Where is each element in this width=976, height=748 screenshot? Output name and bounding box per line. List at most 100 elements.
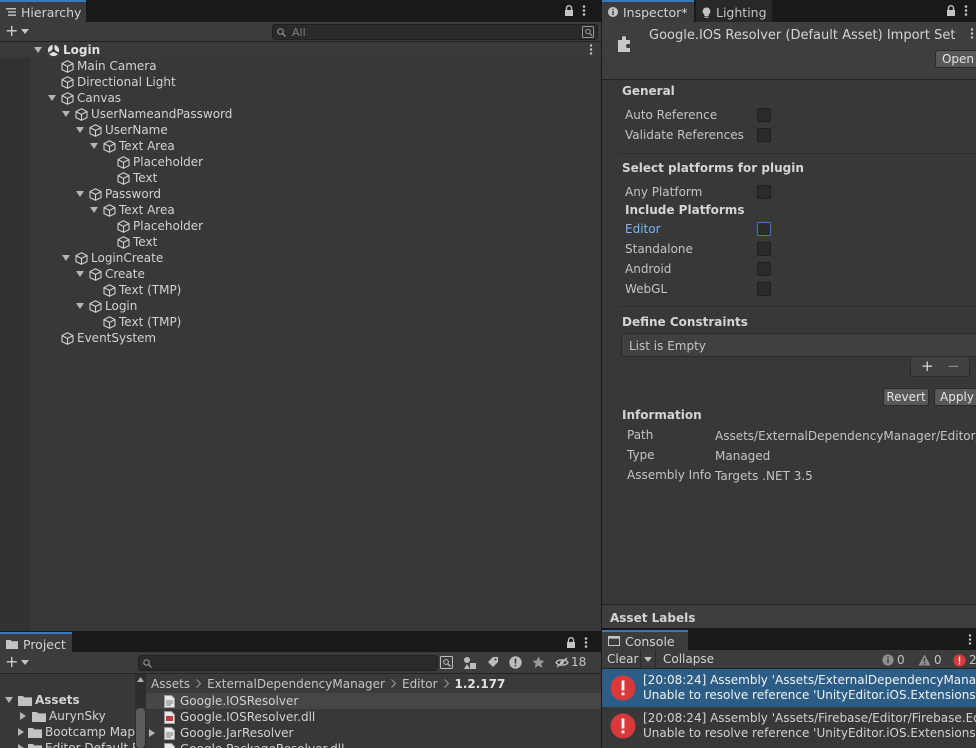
- hierarchy-item[interactable]: Main Camera: [0, 58, 601, 74]
- hierarchy-item[interactable]: Directional Light: [0, 74, 601, 90]
- hierarchy-item[interactable]: Text (TMP): [0, 282, 601, 298]
- collapse-button[interactable]: Collapse: [663, 652, 714, 666]
- type-label: Type: [627, 448, 655, 462]
- scene-search-icon[interactable]: [440, 655, 453, 669]
- breadcrumb-item[interactable]: 1.2.177: [455, 677, 506, 691]
- apply-button[interactable]: Apply: [934, 388, 976, 406]
- clear-button[interactable]: Clear: [607, 652, 638, 666]
- hidden-packages-toggle[interactable]: 18: [555, 655, 586, 669]
- validate-references-checkbox[interactable]: [757, 128, 771, 142]
- search-input[interactable]: All: [272, 24, 598, 40]
- hierarchy-item[interactable]: Text: [0, 234, 601, 250]
- fold-open-icon[interactable]: [89, 205, 99, 215]
- path-label: Path: [627, 428, 654, 442]
- breadcrumb-item[interactable]: ExternalDependencyManager: [207, 677, 385, 691]
- fold-open-icon[interactable]: [4, 695, 14, 705]
- hierarchy-item[interactable]: Text (TMP): [0, 314, 601, 330]
- asset-labels-bar[interactable]: Asset Labels: [602, 604, 976, 631]
- fold-open-icon[interactable]: [33, 45, 43, 55]
- warning-filter-icon[interactable]: [509, 655, 522, 669]
- fold-closed-icon[interactable]: [18, 743, 24, 748]
- fold-open-icon[interactable]: [75, 269, 85, 279]
- auto-reference-checkbox[interactable]: [757, 108, 771, 122]
- inspector-kebab-icon[interactable]: [964, 5, 968, 16]
- kebab-menu-icon[interactable]: [582, 5, 586, 16]
- revert-button[interactable]: Revert: [883, 388, 929, 406]
- folder-item[interactable]: AurynSky: [0, 708, 135, 724]
- any-platform-checkbox[interactable]: [757, 185, 771, 199]
- scroll-thumb[interactable]: [136, 708, 145, 748]
- warning-toggle[interactable]: 0: [918, 653, 942, 667]
- hierarchy-item[interactable]: Login: [0, 298, 601, 314]
- file-item[interactable]: Google.JarResolver: [146, 725, 601, 741]
- hierarchy-item[interactable]: UserName: [0, 122, 601, 138]
- hierarchy-item[interactable]: EventSystem: [0, 330, 601, 346]
- folder-item[interactable]: Assets: [0, 692, 135, 708]
- tab-inspector[interactable]: Inspector*: [602, 0, 694, 22]
- lock-icon[interactable]: [564, 5, 574, 16]
- console-entry[interactable]: [20:08:24] Assembly 'Assets/ExternalDepe…: [602, 669, 976, 707]
- clear-options-dropdown[interactable]: [640, 650, 656, 669]
- hierarchy-item[interactable]: Text Area: [0, 138, 601, 154]
- fold-open-icon[interactable]: [75, 189, 85, 199]
- remove-constraint-button[interactable]: −: [947, 357, 960, 375]
- folder-item[interactable]: Bootcamp Map: [0, 724, 135, 740]
- tab-hierarchy[interactable]: Hierarchy: [0, 0, 86, 22]
- filter-by-type-icon[interactable]: [463, 656, 477, 669]
- hierarchy-item[interactable]: Text: [0, 170, 601, 186]
- scene-menu-icon[interactable]: [589, 44, 593, 55]
- fold-open-icon[interactable]: [89, 141, 99, 151]
- hierarchy-item[interactable]: Canvas: [0, 90, 601, 106]
- tab-console[interactable]: Console: [602, 630, 688, 650]
- fold-open-icon[interactable]: [61, 109, 71, 119]
- editor-checkbox[interactable]: [757, 222, 771, 236]
- scene-search-icon[interactable]: [582, 26, 594, 38]
- console-entry[interactable]: [20:08:24] Assembly 'Assets/Firebase/Edi…: [602, 707, 976, 745]
- hierarchy-item[interactable]: Placeholder: [0, 154, 601, 170]
- android-checkbox[interactable]: [757, 262, 771, 276]
- folder-scrollbar[interactable]: [135, 674, 146, 748]
- filter-by-label-icon[interactable]: [487, 656, 499, 668]
- inspector-lock-icon[interactable]: [946, 5, 956, 16]
- standalone-checkbox[interactable]: [757, 242, 771, 256]
- fold-open-icon[interactable]: [61, 253, 71, 263]
- hierarchy-item[interactable]: LoginCreate: [0, 250, 601, 266]
- scene-row[interactable]: Login: [0, 42, 601, 58]
- fold-closed-icon[interactable]: [149, 729, 155, 737]
- fold-open-icon[interactable]: [47, 93, 57, 103]
- breadcrumb-item[interactable]: Assets: [151, 677, 190, 691]
- error-toggle[interactable]: 2: [953, 653, 976, 667]
- header-kebab-icon[interactable]: [970, 28, 974, 39]
- log-toggle[interactable]: 0: [882, 653, 905, 667]
- hierarchy-item[interactable]: Create: [0, 266, 601, 282]
- file-item[interactable]: Google.PackageResolver.dll: [146, 741, 601, 748]
- hierarchy-item[interactable]: UserNameandPassword: [0, 106, 601, 122]
- project-search-input[interactable]: [138, 655, 438, 671]
- favorite-star-icon[interactable]: [532, 656, 545, 669]
- hierarchy-item[interactable]: Text Area: [0, 202, 601, 218]
- fold-closed-icon[interactable]: [18, 711, 28, 721]
- tab-project[interactable]: Project: [0, 632, 72, 654]
- hierarchy-item-label: Placeholder: [133, 219, 204, 233]
- scroll-up-icon[interactable]: [137, 677, 144, 682]
- fold-open-icon[interactable]: [75, 125, 85, 135]
- file-item[interactable]: Google.IOSResolver.dll: [146, 709, 601, 725]
- project-lock-icon[interactable]: [566, 637, 576, 648]
- inspector-tabbar: Inspector* Lighting: [602, 0, 976, 22]
- project-create-dropdown[interactable]: +: [5, 654, 30, 670]
- hierarchy-item[interactable]: Placeholder: [0, 218, 601, 234]
- hierarchy-item[interactable]: Password: [0, 186, 601, 202]
- webgl-checkbox[interactable]: [757, 282, 771, 296]
- create-dropdown[interactable]: +: [5, 23, 30, 39]
- gameobject-cube-icon: [61, 59, 74, 73]
- folder-item[interactable]: Editor Default R: [0, 740, 140, 748]
- open-button[interactable]: Open: [935, 50, 976, 68]
- file-item[interactable]: Google.IOSResolver: [146, 693, 601, 709]
- fold-open-icon[interactable]: [75, 301, 85, 311]
- breadcrumb-item[interactable]: Editor: [402, 677, 438, 691]
- add-constraint-button[interactable]: +: [921, 357, 934, 375]
- project-kebab-icon[interactable]: [584, 637, 588, 648]
- fold-closed-icon[interactable]: [18, 727, 24, 737]
- console-kebab-icon[interactable]: [968, 634, 972, 645]
- tab-lighting[interactable]: Lighting: [696, 0, 772, 22]
